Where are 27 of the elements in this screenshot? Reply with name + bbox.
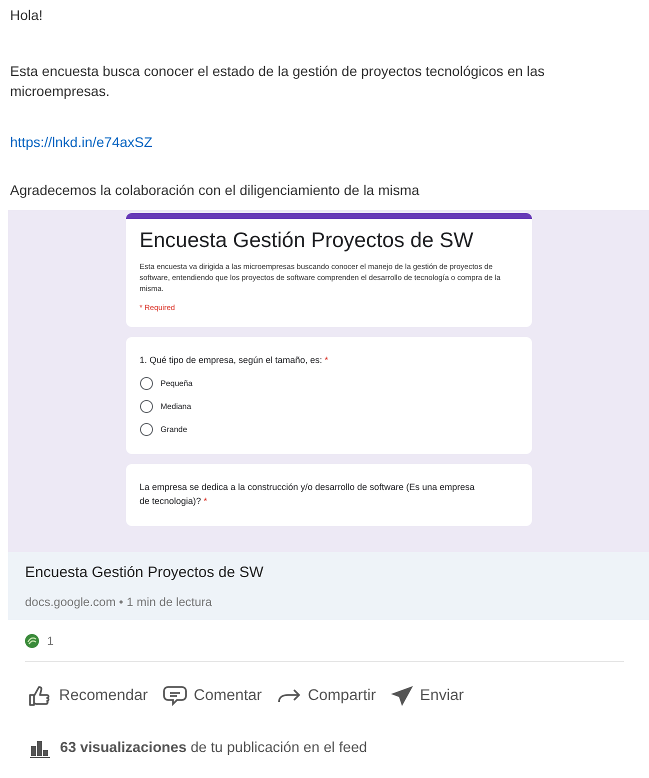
question-text: 1. Qué tipo de empresa, según el tamaño, es: * xyxy=(140,355,328,366)
post-body: Esta encuesta busca conocer el estado de la gestión de proyectos tecnológicos en las microempresas. xyxy=(10,62,546,101)
radio-button[interactable] xyxy=(140,377,152,390)
link-card-title: Encuesta Gestión Proyectos de SW xyxy=(25,563,264,583)
reaction-count: 1 xyxy=(47,632,54,650)
action-button[interactable]: Comentar xyxy=(162,684,262,708)
option-label: Mediana xyxy=(160,400,192,413)
action-button[interactable]: Enviar xyxy=(390,684,464,708)
reaction-icon xyxy=(25,634,39,648)
action-button[interactable]: Recomendar xyxy=(27,684,148,708)
form-preview[interactable] xyxy=(8,210,649,552)
greeting-text: Hola! xyxy=(10,6,44,25)
option-label: Grande xyxy=(160,424,188,436)
bar-chart-icon xyxy=(30,740,50,758)
speech-bubble-icon xyxy=(162,684,188,708)
radio-button[interactable] xyxy=(140,400,152,414)
action-button[interactable]: Compartir xyxy=(276,684,376,708)
paper-plane-icon xyxy=(390,684,414,708)
post-link[interactable]: https://lnkd.in/e74axSZ xyxy=(10,134,152,150)
question-text: La empresa se dedica a la construcción y/o desarrollo de software (Es una empresa de tecnologia)? * xyxy=(140,482,475,506)
form-title: Encuesta Gestión Proyectos de SW xyxy=(140,228,474,254)
link-card[interactable]: Encuesta Gestión Proyectos de SW docs.google.com • 1 min de lectura xyxy=(8,552,649,620)
closing-text: Agradecemos la colaboración con el diligenciamiento de la misma xyxy=(10,181,420,200)
option-label: Pequeña xyxy=(160,378,193,390)
radio-button[interactable] xyxy=(140,423,152,436)
link-card-meta: docs.google.com • 1 min de lectura xyxy=(25,594,213,610)
views-text: 63 visualizaciones de tu publicación en el feed xyxy=(60,739,368,758)
